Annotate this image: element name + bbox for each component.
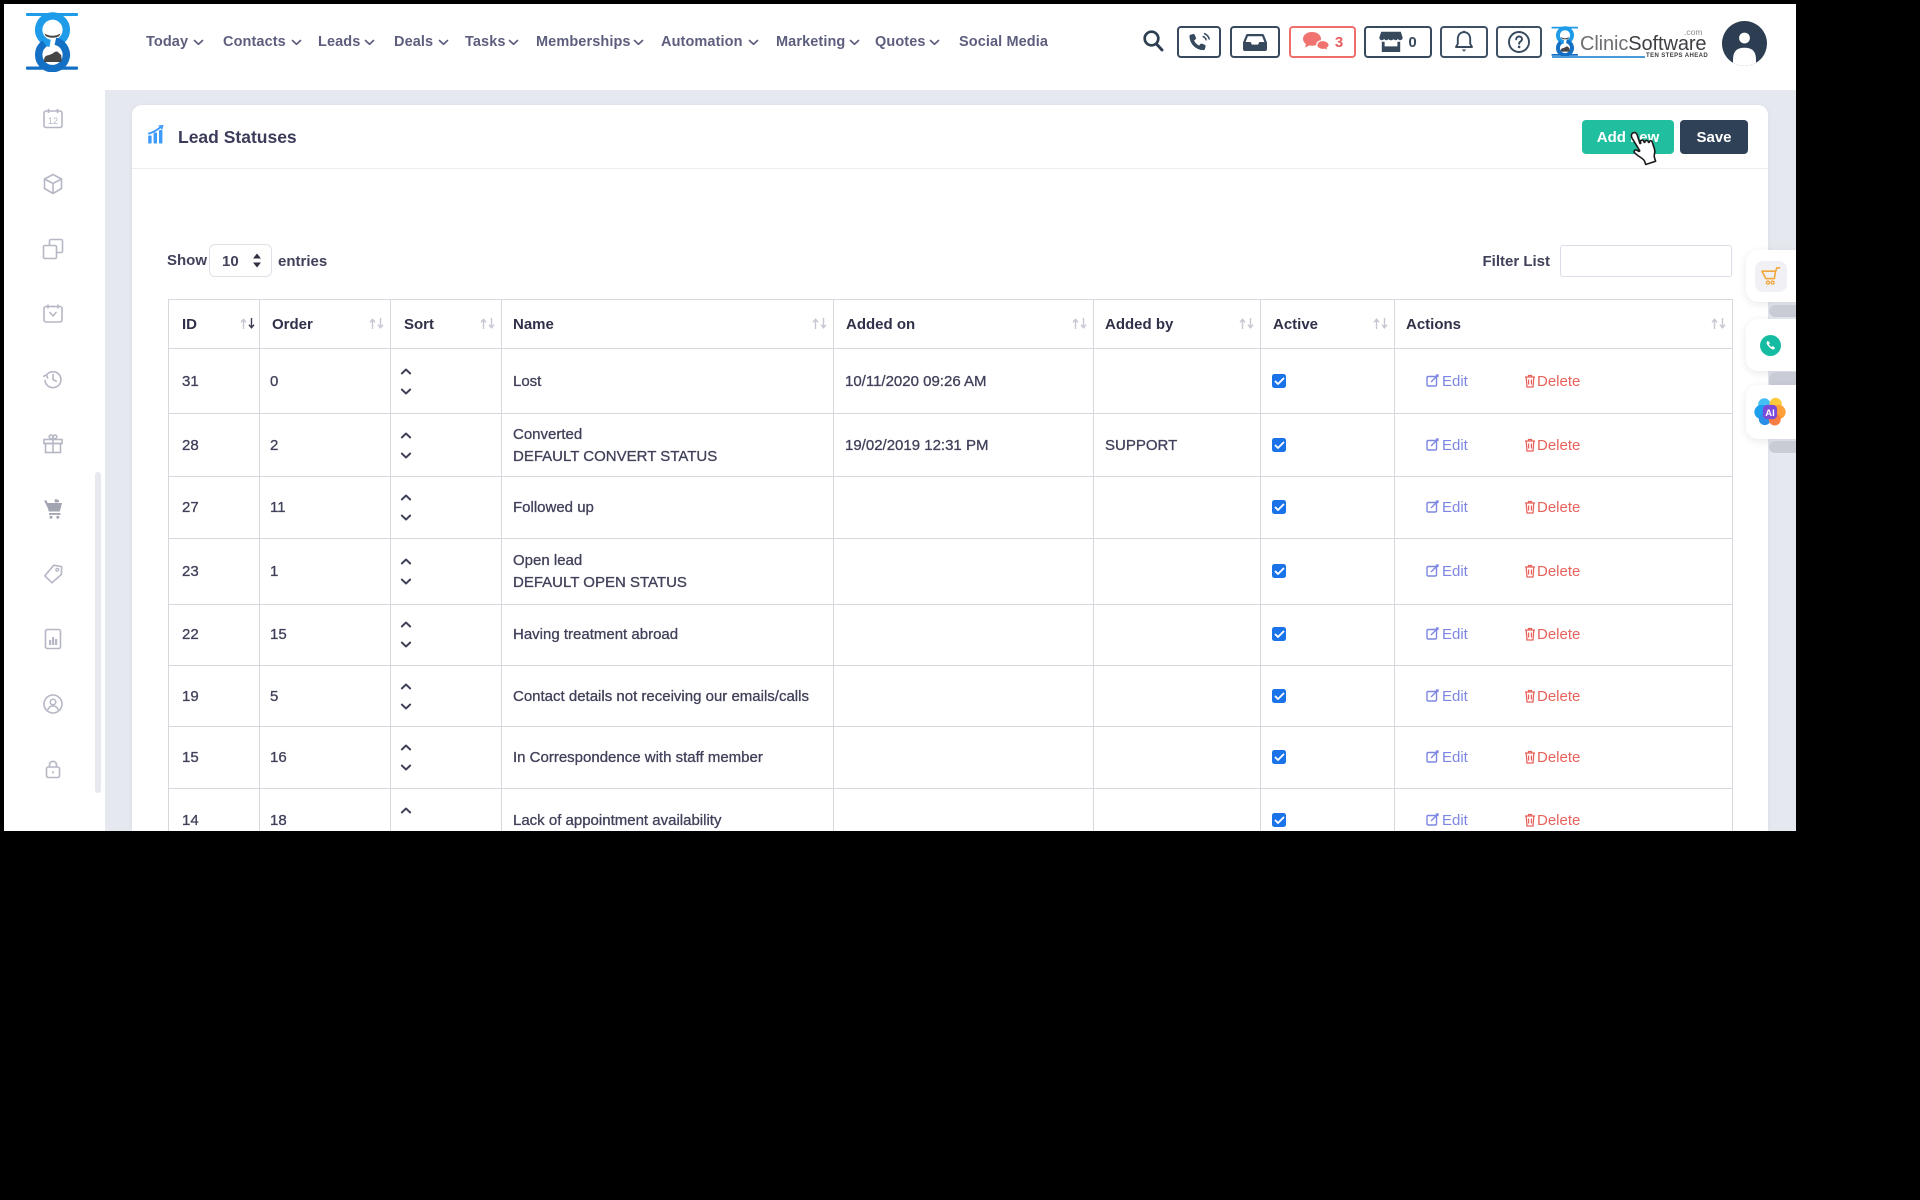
svg-text:12: 12 [48, 116, 58, 126]
svg-text:AI: AI [1765, 408, 1774, 419]
